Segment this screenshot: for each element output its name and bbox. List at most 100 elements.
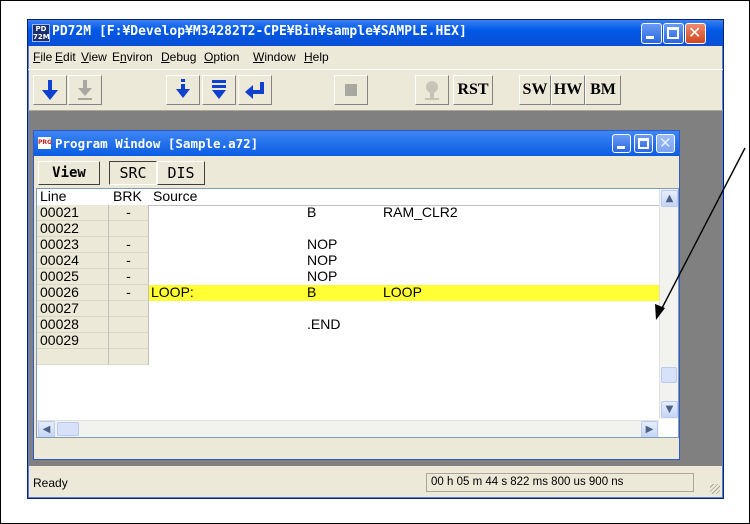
tab-src[interactable]: SRC <box>109 161 157 185</box>
bm-button[interactable]: BM <box>585 75 621 105</box>
vertical-scroll-thumb[interactable] <box>661 367 677 383</box>
reset-button[interactable]: RST <box>453 75 493 105</box>
table-row[interactable]: 00028 .END <box>37 317 659 333</box>
stop-button[interactable] <box>334 75 368 105</box>
step-over-button[interactable] <box>202 75 236 105</box>
breakpoint-cell[interactable] <box>109 333 149 349</box>
arrow-down-bar-icon <box>78 80 92 100</box>
chevron-left-icon: ◀ <box>42 424 51 435</box>
tab-dis[interactable]: DIS <box>157 161 205 185</box>
toolbar: RST SW HW BM <box>28 69 723 111</box>
menu-help[interactable]: Help <box>304 50 329 64</box>
line-number: 00022 <box>37 221 109 237</box>
program-window-titlebar[interactable]: PRG Program Window [Sample.a72] ✕ <box>34 131 679 156</box>
line-number <box>37 349 109 365</box>
step-in-button[interactable] <box>166 75 200 105</box>
maximize-icon <box>667 27 679 39</box>
source-label: LOOP: <box>151 284 194 300</box>
menu-file[interactable]: File <box>33 50 52 64</box>
maximize-button[interactable] <box>663 23 684 44</box>
minimize-button[interactable] <box>641 23 662 44</box>
source-arg: RAM_CLR2 <box>383 204 458 220</box>
breakpoint-cell[interactable]: - <box>109 269 149 285</box>
breakpoint-cell[interactable]: - <box>109 237 149 253</box>
return-icon <box>245 82 264 99</box>
scroll-left-button[interactable]: ◀ <box>38 421 55 437</box>
window-title: PD72M [F:¥Develop¥M34282T2-CPE¥Bin¥sampl… <box>52 24 467 39</box>
column-line[interactable]: Line <box>40 189 66 204</box>
chevron-right-icon: ▶ <box>645 424 654 435</box>
chevron-down-icon: ▼ <box>665 404 674 415</box>
menu-view[interactable]: View <box>81 50 107 64</box>
table-row[interactable]: 00021 - B RAM_CLR2 <box>37 205 659 221</box>
program-window-title: Program Window [Sample.a72] <box>55 136 259 151</box>
breakpoint-cell[interactable] <box>109 317 149 333</box>
title-bar[interactable]: PD 72M PD72M [F:¥Develop¥M34282T2-CPE¥Bi… <box>28 20 723 46</box>
prog-maximize-button[interactable] <box>634 134 653 153</box>
line-number: 00029 <box>37 333 109 349</box>
breakpoint-cell[interactable]: - <box>109 253 149 269</box>
close-icon: ✕ <box>688 23 702 42</box>
minimize-icon <box>646 36 654 39</box>
column-source[interactable]: Source <box>153 189 197 204</box>
source-op: .END <box>307 316 341 332</box>
step-over-icon <box>212 80 226 99</box>
step-in-icon <box>176 79 190 98</box>
minimize-icon <box>617 146 625 149</box>
source-op: B <box>307 204 317 220</box>
maximize-icon <box>638 138 649 149</box>
scroll-up-button[interactable]: ▲ <box>661 190 678 207</box>
program-window: PRG Program Window [Sample.a72] ✕ View S… <box>33 130 680 460</box>
hw-button[interactable]: HW <box>551 75 585 105</box>
prog-close-button[interactable]: ✕ <box>656 134 675 153</box>
table-row[interactable]: 00029 <box>37 333 659 349</box>
view-toolbar: View SRC DIS <box>34 157 679 187</box>
menu-edit[interactable]: Edit <box>55 50 76 64</box>
table-row[interactable]: 00022 <box>37 221 659 237</box>
column-brk[interactable]: BRK <box>113 189 142 204</box>
app-icon: PD 72M <box>32 24 50 42</box>
line-number: 00027 <box>37 301 109 317</box>
prog-minimize-button[interactable] <box>612 134 631 153</box>
vertical-scrollbar[interactable]: ▲ ▼ <box>659 189 678 419</box>
status-ready: Ready <box>33 476 68 490</box>
breakpoint-cell[interactable] <box>109 301 149 317</box>
chevron-up-icon: ▲ <box>665 193 674 204</box>
breakpoint-button[interactable] <box>415 75 449 105</box>
close-button[interactable]: ✕ <box>685 23 706 44</box>
scroll-down-button[interactable]: ▼ <box>661 401 678 418</box>
close-icon: ✕ <box>659 134 672 152</box>
table-row[interactable]: 00023 - NOP <box>37 237 659 253</box>
menu-environ[interactable]: Environ <box>112 50 153 64</box>
menu-option[interactable]: Option <box>204 50 239 64</box>
table-row[interactable]: 00027 <box>37 301 659 317</box>
arrow-down-icon <box>42 80 58 100</box>
source-op: NOP <box>307 236 338 252</box>
table-row-current[interactable]: 00026 - LOOP: B LOOP <box>37 285 659 301</box>
view-button[interactable]: View <box>38 161 100 185</box>
line-number: 00026 <box>37 285 109 301</box>
sw-button[interactable]: SW <box>519 75 551 105</box>
breakpoint-cell[interactable] <box>109 349 149 365</box>
breakpoint-cell[interactable]: - <box>109 285 149 301</box>
resize-grip-icon[interactable] <box>710 484 720 494</box>
upload-button[interactable] <box>68 75 102 105</box>
horizontal-scrollbar[interactable]: ◀ ▶ <box>37 420 659 437</box>
menu-window[interactable]: Window <box>253 50 296 64</box>
download-button[interactable] <box>33 75 67 105</box>
table-row[interactable]: 00025 - NOP <box>37 269 659 285</box>
breakpoint-cell[interactable]: - <box>109 205 149 221</box>
menu-debug[interactable]: Debug <box>161 50 196 64</box>
line-number: 00028 <box>37 317 109 333</box>
breakpoint-cell[interactable] <box>109 221 149 237</box>
program-icon: PRG <box>38 137 52 149</box>
return-button[interactable] <box>238 75 272 105</box>
source-grid[interactable]: Line BRK Source 00021 - B RAM_CLR2 00022… <box>36 188 679 438</box>
elapsed-time: 00 h 05 m 44 s 822 ms 800 us 900 ns <box>426 473 694 492</box>
table-row[interactable] <box>37 349 659 365</box>
line-number: 00025 <box>37 269 109 285</box>
horizontal-scroll-thumb[interactable] <box>57 422 79 436</box>
scroll-right-button[interactable]: ▶ <box>641 421 658 437</box>
table-row[interactable]: 00024 - NOP <box>37 253 659 269</box>
source-arg: LOOP <box>383 284 422 300</box>
